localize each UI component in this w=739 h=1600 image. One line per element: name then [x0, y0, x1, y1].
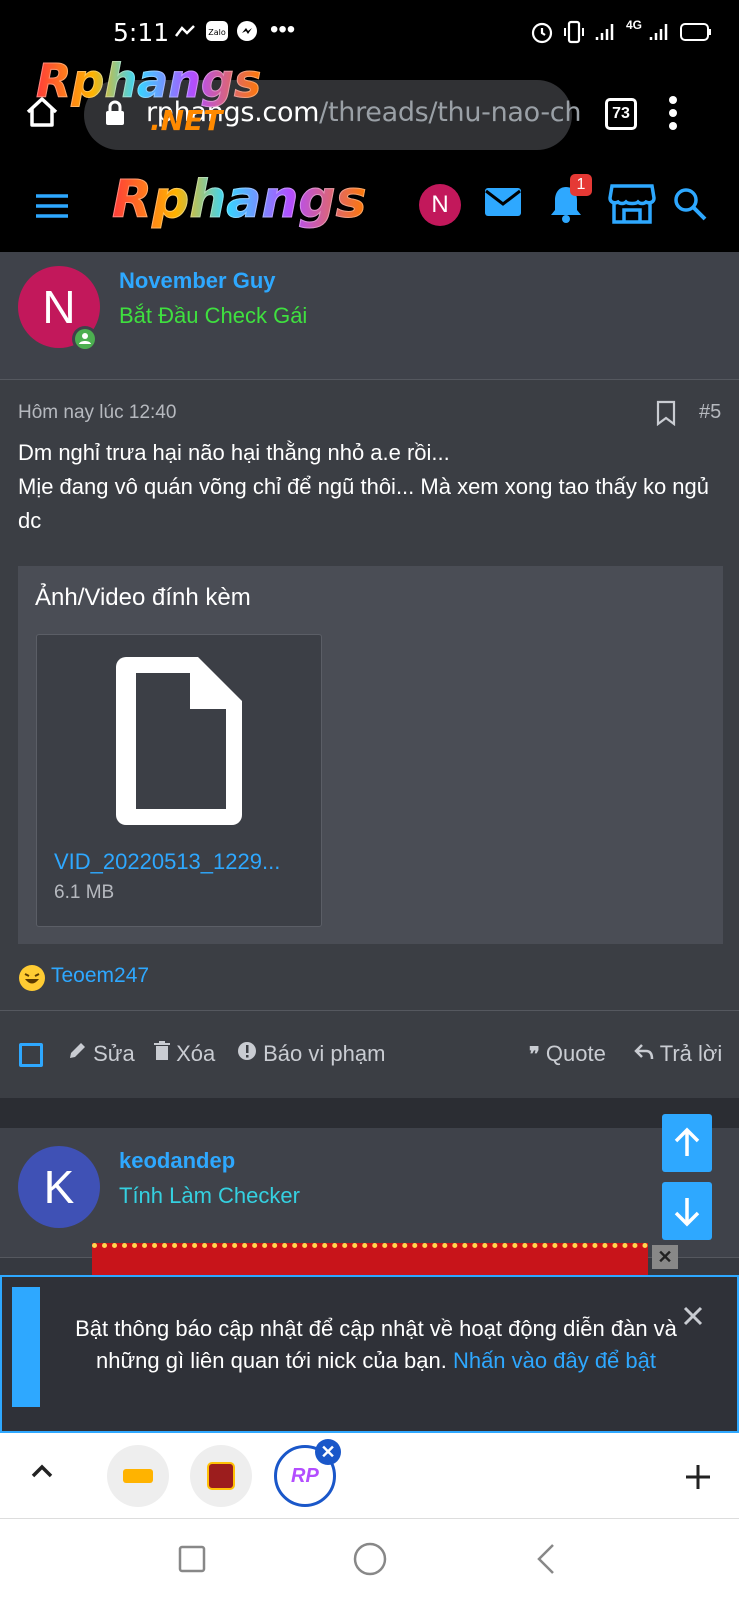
close-tab-icon[interactable]: ✕ [315, 1439, 341, 1465]
delete-button[interactable]: Xóa [154, 1041, 215, 1067]
notice-accent [12, 1287, 40, 1407]
signal-icon-2 [648, 20, 672, 50]
reply-icon [634, 1044, 654, 1060]
more-icon: ••• [270, 16, 296, 43]
ad-close-button[interactable]: ✕ [652, 1245, 678, 1269]
ad-banner[interactable] [92, 1243, 648, 1277]
arrow-up-icon [674, 1127, 700, 1156]
post-author-block-2: K keodandep Tính Làm Checker [0, 1128, 739, 1258]
vibrate-icon [562, 20, 586, 50]
online-indicator [72, 326, 98, 352]
post-number[interactable]: #5 [699, 401, 721, 424]
report-button[interactable]: Báo vi phạm [237, 1041, 385, 1067]
edit-label: Sửa [93, 1041, 135, 1066]
scroll-down-button[interactable] [662, 1182, 712, 1240]
file-icon [112, 653, 246, 834]
bookmark-icon[interactable] [655, 400, 677, 431]
floating-logo-suffix: .NET [150, 104, 223, 137]
post-body-line-1: Dm nghỉ trưa hại não hại thằng nhỏ a.e r… [18, 440, 450, 465]
4g-icon: 4G [626, 18, 643, 32]
author-title-2: Tính Làm Checker [119, 1183, 300, 1208]
alert-icon [238, 1042, 256, 1060]
messenger-icon [236, 20, 258, 48]
report-label: Báo vi phạm [263, 1041, 386, 1066]
author-username-2[interactable]: keodandep [119, 1148, 235, 1174]
quote-label: Quote [545, 1041, 606, 1066]
reply-label: Trả lời [659, 1041, 723, 1066]
close-icon[interactable] [682, 1305, 704, 1332]
post-timestamp[interactable]: Hôm nay lúc 12:40 [18, 402, 176, 424]
divider [0, 1010, 739, 1011]
post-separator [0, 1098, 739, 1128]
missed-call-icon [174, 20, 196, 48]
author-avatar-2[interactable]: K [18, 1146, 100, 1228]
tab-switcher-button[interactable]: 73 [605, 98, 637, 130]
post-author-block: N November Guy Bắt Đầu Check Gái [0, 252, 739, 380]
new-tab-icon[interactable] [684, 1463, 712, 1496]
quote-button[interactable]: ❞ Quote [529, 1041, 606, 1067]
rikvip-tab[interactable] [107, 1445, 169, 1507]
kingfun-tab[interactable] [190, 1445, 252, 1507]
recents-icon[interactable] [178, 1545, 206, 1578]
alarm-icon [530, 20, 554, 50]
hamburger-menu-icon[interactable] [34, 192, 70, 225]
push-notice: Bật thông báo cập nhật để cập nhật về ho… [0, 1275, 739, 1433]
quote-icon: ❞ [529, 1044, 540, 1066]
floating-logo: Rphangs [35, 54, 262, 109]
search-icon[interactable] [672, 186, 708, 227]
reaction-user[interactable]: Teoem247 [51, 964, 149, 988]
account-avatar[interactable]: N [419, 184, 461, 226]
arrow-down-icon [674, 1198, 700, 1227]
attachment-size: 6.1 MB [54, 882, 115, 903]
signal-icon [594, 20, 618, 50]
delete-label: Xóa [176, 1041, 216, 1066]
attachments-title: Ảnh/Video đính kèm [35, 584, 251, 611]
post-body: Dm nghỉ trưa hại não hại thằng nhỏ a.e r… [18, 436, 718, 538]
inbox-icon[interactable] [484, 186, 522, 223]
post-body-line-2: Mịe đang vô quán võng chỉ để ngũ thôi...… [18, 474, 710, 533]
author-username[interactable]: November Guy [119, 268, 276, 294]
url-path: /threads/thu-nao-ch [319, 97, 582, 128]
menu-more-icon[interactable] [668, 96, 678, 135]
site-logo[interactable]: Rphangs [112, 170, 368, 231]
store-icon[interactable] [608, 182, 656, 231]
author-title: Bắt Đầu Check Gái [119, 303, 308, 328]
edit-button[interactable]: Sửa [67, 1041, 135, 1067]
pencil-icon [70, 1043, 85, 1058]
enable-notifications-link[interactable]: Nhấn vào đây để bật [453, 1348, 656, 1373]
attachment-name[interactable]: VID_20220513_1229... [54, 849, 280, 875]
notice-text: Bật thông báo cập nhật để cập nhật về ho… [66, 1313, 686, 1377]
reply-button[interactable]: Trả lời [634, 1041, 722, 1067]
system-nav-bar [0, 1519, 739, 1600]
scroll-up-button[interactable] [662, 1114, 712, 1172]
trash-icon [154, 1041, 170, 1060]
rphangs-tab-label: RP [291, 1465, 319, 1487]
back-icon[interactable] [536, 1543, 556, 1580]
tab-strip: RP ✕ [0, 1433, 739, 1519]
select-checkbox[interactable] [19, 1043, 43, 1067]
zalo-icon: Zalo [205, 20, 229, 48]
status-time: 5:11 [113, 18, 170, 47]
home-nav-icon[interactable] [352, 1541, 388, 1582]
chevron-up-icon[interactable] [30, 1463, 54, 1484]
laugh-reaction-icon [18, 964, 46, 997]
site-header: Rphangs N 1 [0, 166, 739, 252]
battery-icon [680, 22, 712, 48]
notification-badge: 1 [570, 174, 592, 196]
svg-text:Zalo: Zalo [208, 28, 226, 37]
